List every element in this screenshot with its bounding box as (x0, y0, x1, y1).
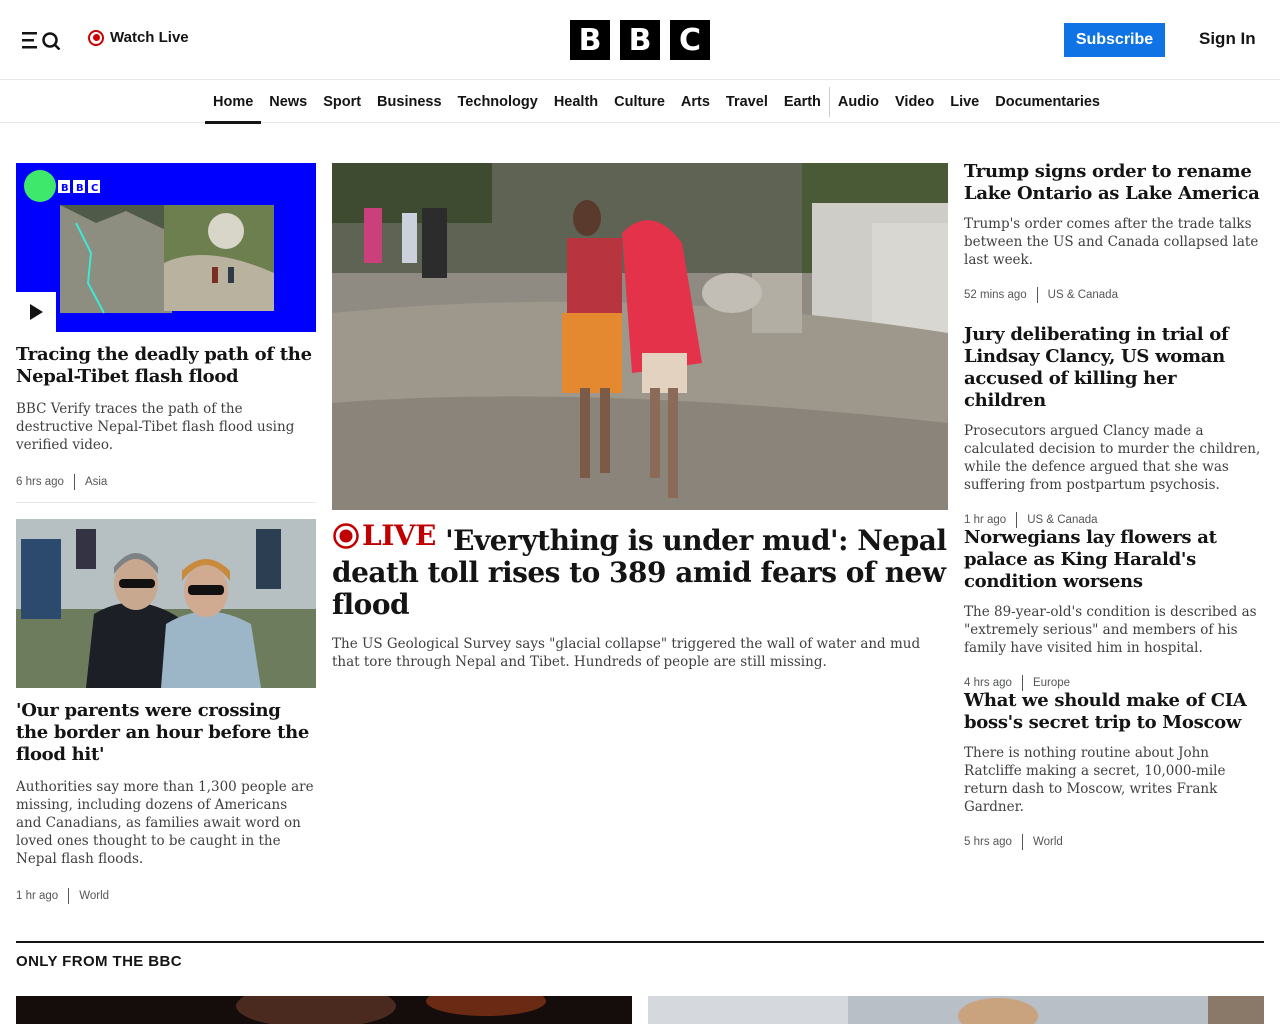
logo-letter-b1: B (570, 20, 610, 60)
svg-text:B: B (76, 183, 84, 194)
story-headline[interactable]: Jury deliberating in trial of Lindsay Cl… (964, 324, 1264, 412)
lead-story-headline[interactable]: LIVE 'Everything is under mud': Nepal de… (332, 520, 948, 621)
story-time: 52 mins ago (964, 289, 1027, 301)
story-card-lake-ontario[interactable]: Trump signs order to rename Lake Ontario… (964, 161, 1264, 303)
nav-item-video[interactable]: Video (887, 81, 942, 123)
story-time: 5 hrs ago (964, 836, 1012, 848)
menu-icon (22, 32, 61, 50)
card-divider (16, 502, 316, 503)
lead-story-summary: The US Geological Survey says "glacial c… (332, 636, 921, 670)
story-section[interactable]: Asia (85, 476, 107, 488)
story-section[interactable]: World (1033, 836, 1063, 848)
live-badge: LIVE (332, 520, 436, 552)
nav-item-culture[interactable]: Culture (606, 81, 673, 123)
story-time: 1 hr ago (964, 514, 1007, 526)
live-indicator-icon (333, 523, 359, 549)
story-section[interactable]: US & Canada (1027, 514, 1097, 526)
menu-search-button[interactable] (22, 28, 62, 52)
story-headline[interactable]: Tracing the deadly path of the Nepal-Tib… (16, 344, 316, 388)
nav-item-business[interactable]: Business (369, 81, 449, 123)
story-meta: 1 hr ago World (16, 888, 316, 904)
story-section[interactable]: US & Canada (1048, 289, 1118, 301)
logo-letter-b2: B (620, 20, 660, 60)
sign-in-link[interactable]: Sign In (1199, 29, 1256, 49)
story-meta: 5 hrs ago World (964, 834, 1264, 850)
nav-item-health[interactable]: Health (546, 81, 606, 123)
lead-story-card[interactable]: LIVE 'Everything is under mud': Nepal de… (332, 163, 948, 671)
story-time: 6 hrs ago (16, 476, 64, 488)
section-title: ONLY FROM THE BBC (16, 953, 182, 970)
svg-text:C: C (91, 183, 98, 194)
promo-image-left (16, 996, 632, 1024)
story-meta: 52 mins ago US & Canada (964, 287, 1264, 303)
story-card-clancy-trial[interactable]: Jury deliberating in trial of Lindsay Cl… (964, 324, 1264, 528)
story-section[interactable]: World (79, 890, 109, 902)
story-card-parents[interactable]: 'Our parents were crossing the border an… (16, 519, 316, 904)
story-summary: There is nothing routine about John Ratc… (964, 745, 1226, 815)
watch-live-link[interactable]: Watch Live (88, 29, 189, 46)
nav-item-audio[interactable]: Audio (830, 81, 887, 123)
promo-thumbnail-left[interactable] (16, 996, 632, 1024)
story-time: 4 hrs ago (964, 677, 1012, 689)
story-card-king-harald[interactable]: Norwegians lay flowers at palace as King… (964, 527, 1264, 691)
main-nav: Home News Sport Business Technology Heal… (0, 81, 1280, 124)
watch-live-label: Watch Live (110, 29, 189, 46)
story-card-verify[interactable]: B B C Tracing the deadly path of the Nep… (16, 163, 316, 490)
two-women-photo (16, 519, 316, 688)
story-summary: Trump's order comes after the trade talk… (964, 216, 1259, 268)
live-dot-icon (88, 29, 104, 46)
lead-story-image (332, 163, 948, 510)
nav-item-documentaries[interactable]: Documentaries (987, 81, 1108, 123)
nav-item-arts[interactable]: Arts (673, 81, 718, 123)
verify-thumbnail-image: B B C (16, 163, 316, 332)
site-header: Watch Live B B C Subscribe Sign In (0, 0, 1280, 80)
story-headline[interactable]: What we should make of CIA boss's secret… (964, 690, 1264, 734)
story-headline[interactable]: Trump signs order to rename Lake Ontario… (964, 161, 1264, 205)
play-button[interactable] (16, 292, 56, 332)
section-rule (16, 941, 1264, 943)
promo-thumbnail-right[interactable] (648, 996, 1264, 1024)
bbc-logo[interactable]: B B C (570, 20, 710, 60)
nav-item-technology[interactable]: Technology (450, 81, 546, 123)
story-headline[interactable]: 'Our parents were crossing the border an… (16, 700, 316, 766)
play-icon (30, 304, 43, 320)
story-thumbnail (16, 519, 316, 688)
svg-text:B: B (61, 183, 69, 194)
nav-item-news[interactable]: News (261, 81, 315, 123)
story-summary: Prosecutors argued Clancy made a calcula… (964, 423, 1261, 493)
story-summary: The 89-year-old's condition is described… (964, 604, 1257, 656)
flood-photo (332, 163, 948, 510)
nav-item-live[interactable]: Live (942, 81, 987, 123)
live-label: LIVE (362, 519, 436, 552)
story-summary: Authorities say more than 1,300 people a… (16, 779, 314, 867)
story-headline[interactable]: Norwegians lay flowers at palace as King… (964, 527, 1264, 593)
story-thumbnail: B B C (16, 163, 316, 332)
story-section[interactable]: Europe (1033, 677, 1070, 689)
nav-item-earth[interactable]: Earth (776, 81, 829, 123)
nav-item-travel[interactable]: Travel (718, 81, 776, 123)
story-time: 1 hr ago (16, 890, 59, 902)
story-meta: 4 hrs ago Europe (964, 675, 1264, 691)
logo-letter-c: C (670, 20, 710, 60)
story-meta: 1 hr ago US & Canada (964, 512, 1264, 528)
story-meta: 6 hrs ago Asia (16, 474, 316, 490)
nav-item-home[interactable]: Home (205, 81, 262, 124)
promo-image-right (648, 996, 1264, 1024)
subscribe-button[interactable]: Subscribe (1064, 23, 1165, 57)
nav-item-sport[interactable]: Sport (315, 81, 369, 123)
story-summary: BBC Verify traces the path of the destru… (16, 401, 295, 453)
story-card-cia-moscow[interactable]: What we should make of CIA boss's secret… (964, 690, 1264, 850)
